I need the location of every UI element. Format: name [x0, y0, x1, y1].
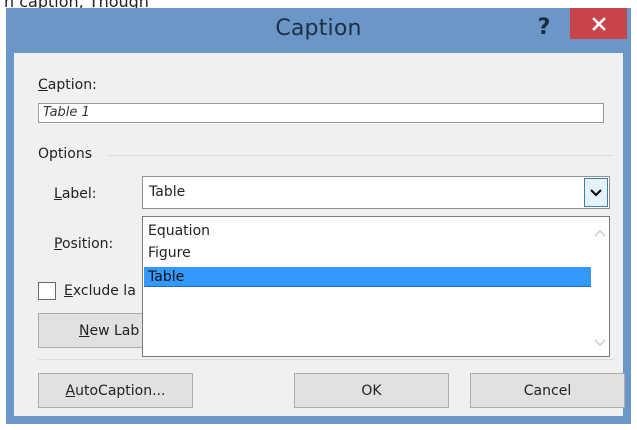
help-icon: ? — [537, 14, 551, 40]
dropdown-option-table[interactable]: Table — [144, 267, 592, 287]
label-select[interactable]: Table — [142, 176, 610, 209]
options-group-divider — [108, 155, 614, 156]
button-row-divider — [38, 359, 614, 360]
caption-input[interactable]: Table 1 — [38, 103, 604, 123]
position-field-label: Position: — [54, 236, 114, 252]
autocaption-button-text: AutoCaption... — [65, 382, 166, 399]
help-button[interactable]: ? — [527, 12, 561, 42]
dialog-body: Caption: Table 1 Options Label: Table Po… — [14, 53, 625, 416]
dropdown-option-equation[interactable]: Equation — [144, 221, 592, 241]
label-field-label: Label: — [54, 186, 97, 202]
close-icon — [591, 16, 606, 31]
ok-button-text: OK — [361, 382, 382, 399]
options-group-title: Options — [38, 146, 93, 162]
dropdown-option-figure[interactable]: Figure — [144, 243, 592, 263]
cancel-button-text: Cancel — [523, 382, 572, 399]
exclude-label-text: Exclude la — [64, 283, 136, 299]
new-label-button-text: New Lab — [79, 322, 140, 339]
new-label-button[interactable]: New Lab — [38, 313, 158, 348]
caption-dialog: Caption ? Caption: Table 1 Options Label… — [6, 8, 631, 424]
close-button[interactable] — [570, 8, 627, 39]
scroll-up-icon[interactable] — [594, 229, 606, 237]
title-bar[interactable]: Caption ? — [6, 8, 631, 52]
caption-label: Caption: — [38, 77, 97, 93]
cancel-button[interactable]: Cancel — [470, 373, 625, 408]
autocaption-button[interactable]: AutoCaption... — [38, 373, 193, 408]
scroll-down-icon[interactable] — [594, 339, 606, 347]
label-select-toggle[interactable] — [584, 178, 608, 207]
exclude-label-checkbox[interactable] — [38, 282, 56, 300]
label-dropdown-list[interactable]: Equation Figure Table — [142, 216, 610, 357]
chevron-down-icon — [590, 188, 602, 197]
dropdown-scrollbar[interactable] — [591, 217, 609, 356]
label-select-value: Table — [149, 184, 186, 200]
ok-button[interactable]: OK — [294, 373, 449, 408]
